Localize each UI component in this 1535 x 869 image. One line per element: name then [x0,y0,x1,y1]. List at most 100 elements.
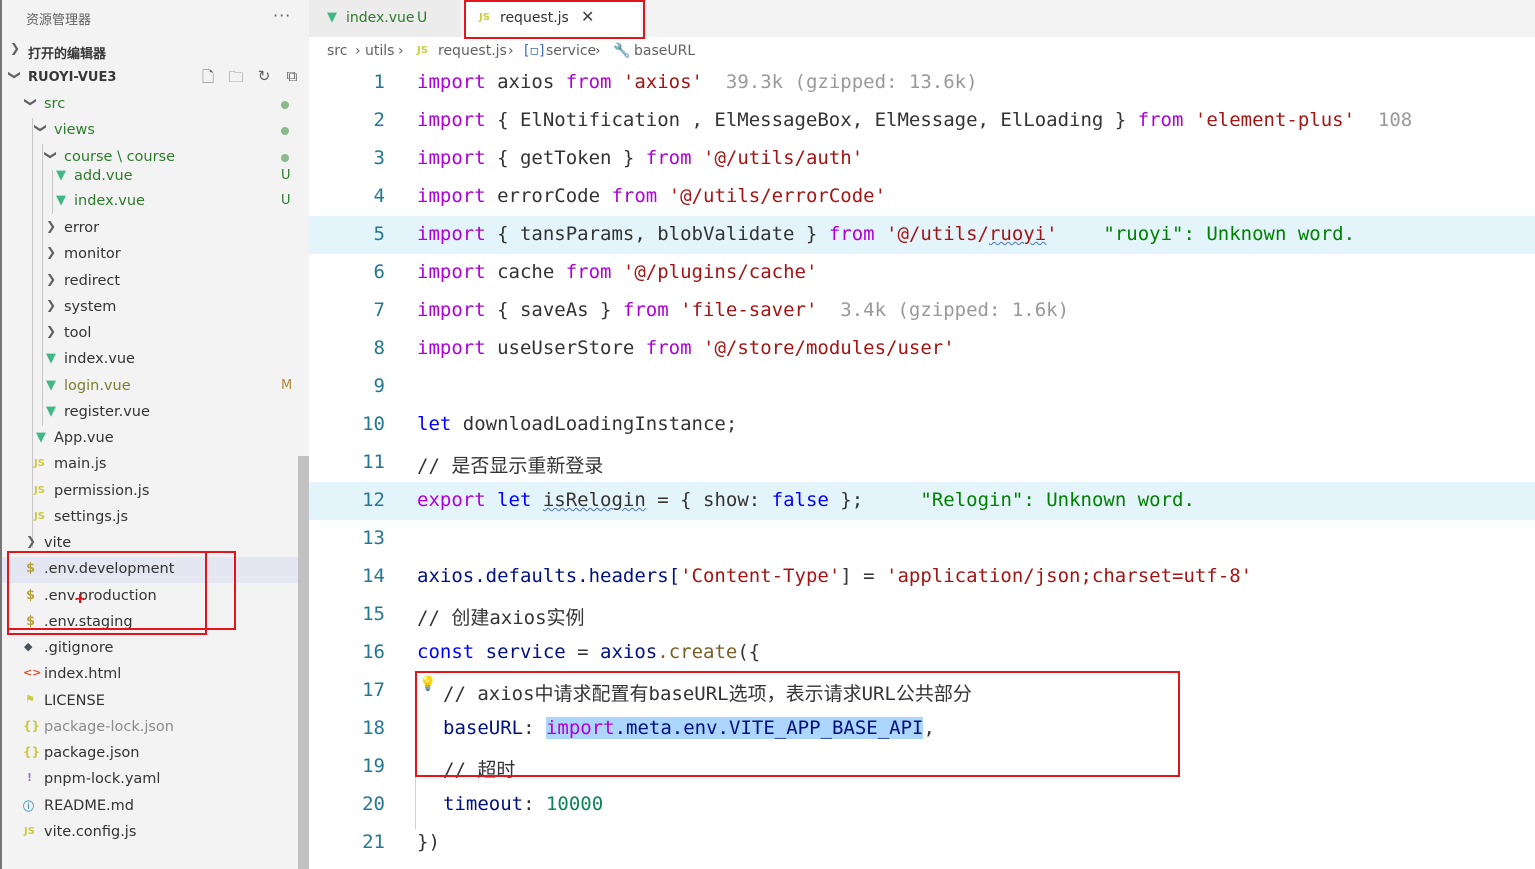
untracked-badge: U [281,193,291,208]
tree-label: permission.js [54,483,150,499]
breadcrumb-utils[interactable]: utils [365,43,394,59]
code-token: 10000 [545,793,604,815]
code-token: '@/plugins/cache' [611,261,818,283]
tree-folder-tool[interactable]: ❯ tool [2,321,309,347]
code-token: const [417,641,475,663]
breadcrumb-service[interactable]: service [546,43,596,59]
code-token: axios [485,71,566,93]
collapse-all-icon[interactable]: ⧉ [282,67,302,87]
git-status-dot [281,127,289,135]
tree-folder-views[interactable]: ❯ views [2,118,309,144]
tree-file-course-index-vue[interactable]: ▼ index.vue U [2,189,309,215]
sidebar-scrollbar[interactable] [298,456,309,869]
tree-file-license[interactable]: ⚑ LICENSE [2,689,309,715]
tree-file-login-vue[interactable]: ▼ login.vue M [2,374,309,400]
line-number: 15 [362,603,385,625]
tree-file-env-development[interactable]: $ .env.development [2,557,309,583]
tree-file-readme[interactable]: ⓘ README.md [2,794,309,820]
line-source: baseURL: import.meta.env.VITE_APP_BASE_A… [443,717,935,739]
close-icon[interactable]: ✕ [581,7,594,26]
chevron-right-icon: ❯ [46,245,57,259]
tree-file-permission-js[interactable]: JS permission.js [2,479,309,505]
tree-file-add-vue[interactable]: ▼ add.vue U [2,164,309,190]
dollar-icon: $ [26,588,36,603]
tree-file-pnpm-lock[interactable]: ! pnpm-lock.yaml [2,767,309,793]
line-number: 16 [362,641,385,663]
vue-icon: ▼ [327,10,337,25]
tab-request-js[interactable]: JS request.js ✕ [465,0,641,37]
tree-label: settings.js [54,509,129,525]
refresh-icon[interactable]: ↻ [254,67,274,87]
spelling-diagnostic: "ruoyi": Unknown word. [1057,223,1356,245]
chevron-down-icon: ❯ [24,96,39,108]
explorer-sidebar: 资源管理器 ··· ❯ 打开的编辑器 ❯ RUOYI-VUE3 🗋 🗀 ↻ ⧉ … [0,0,309,869]
tree-folder-src[interactable]: ❯ src [2,92,309,118]
tree-file-settings-js[interactable]: JS settings.js [2,505,309,531]
tree-folder-error[interactable]: ❯ error [2,216,309,242]
js-icon: JS [24,826,35,837]
code-editor[interactable]: 1 import axios from 'axios' 39.3k (gzipp… [309,64,1535,869]
code-token: : [523,717,546,739]
code-token: from [611,185,658,207]
code-token: errorCode [485,185,612,207]
tree-file-main-js[interactable]: JS main.js [2,452,309,478]
tree-file-register-vue[interactable]: ▼ register.vue [2,400,309,426]
tab-index-vue[interactable]: ▼ index.vue U [309,0,461,37]
new-file-icon[interactable]: 🗋 [198,67,218,87]
tree-file-app-vue[interactable]: ▼ App.vue [2,426,309,452]
line-number: 10 [362,413,385,435]
tree-file-package-json[interactable]: {} package.json [2,741,309,767]
tree-label: package-lock.json [44,719,174,735]
breadcrumb-separator-icon: › [355,43,361,59]
tree-folder-monitor[interactable]: ❯ monitor [2,242,309,268]
line-source: import { getToken } from '@/utils/auth' [417,147,863,169]
line-number: 21 [362,831,385,853]
spelling-diagnostic: "Relogin": Unknown word. [863,489,1195,511]
code-token: import [417,71,486,93]
line-source: import axios from 'axios' 39.3k (gzipped… [417,71,978,93]
code-token: = [565,641,601,663]
code-token: { saveAs } [485,299,623,321]
open-editors-section[interactable]: ❯ 打开的编辑器 [2,39,309,63]
chevron-down-icon: ❯ [44,149,59,161]
breadcrumb-separator-icon: › [508,43,514,59]
tree-label: .gitignore [44,640,114,656]
line-source: timeout: 10000 [443,793,603,815]
tree-folder-system[interactable]: ❯ system [2,295,309,321]
tree-folder-vite[interactable]: ❯ vite [2,531,309,557]
code-comment: // 超时 [443,759,516,781]
tree-file-index-vue[interactable]: ▼ index.vue [2,347,309,373]
tree-file-index-html[interactable]: <> index.html [2,662,309,688]
tree-file-env-production[interactable]: $ .env.production [2,584,309,610]
code-token: 'Content-Type' [680,565,841,587]
code-token: .create [657,641,738,663]
tree-file-gitignore[interactable]: ◆ .gitignore [2,636,309,662]
variable-icon: [▫] [524,43,545,59]
code-token: import [417,337,486,359]
project-label: RUOYI-VUE3 [28,70,117,85]
breadcrumb-src[interactable]: src [327,43,347,59]
tree-file-vite-config[interactable]: JS vite.config.js [2,820,309,846]
tree-label: views [54,122,95,138]
tree-label: LICENSE [44,693,105,709]
yaml-icon: ! [27,771,33,784]
tree-label: pnpm-lock.yaml [44,771,161,787]
lightbulb-icon[interactable]: 💡 [419,676,436,692]
html-icon: <> [23,666,42,679]
new-folder-icon[interactable]: 🗀 [226,67,246,87]
tree-file-env-staging[interactable]: $ .env.staging [2,610,309,636]
tree-file-package-lock-json[interactable]: {} package-lock.json [2,715,309,741]
code-token: from [622,299,669,321]
explorer-title: 资源管理器 [26,13,92,28]
line-number: 6 [373,261,385,283]
breadcrumb-separator-icon: › [595,43,601,59]
more-actions-icon[interactable]: ··· [273,6,291,25]
breadcrumb-file[interactable]: request.js [438,43,507,59]
line-source: export let isRelogin = { show: false }; … [417,489,1195,511]
tree-folder-redirect[interactable]: ❯ redirect [2,269,309,295]
breadcrumb-baseurl[interactable]: baseURL [634,43,695,59]
code-token: from [645,147,692,169]
code-token: from [565,261,612,283]
code-token: : [523,793,546,815]
tree-label: tool [64,325,92,341]
